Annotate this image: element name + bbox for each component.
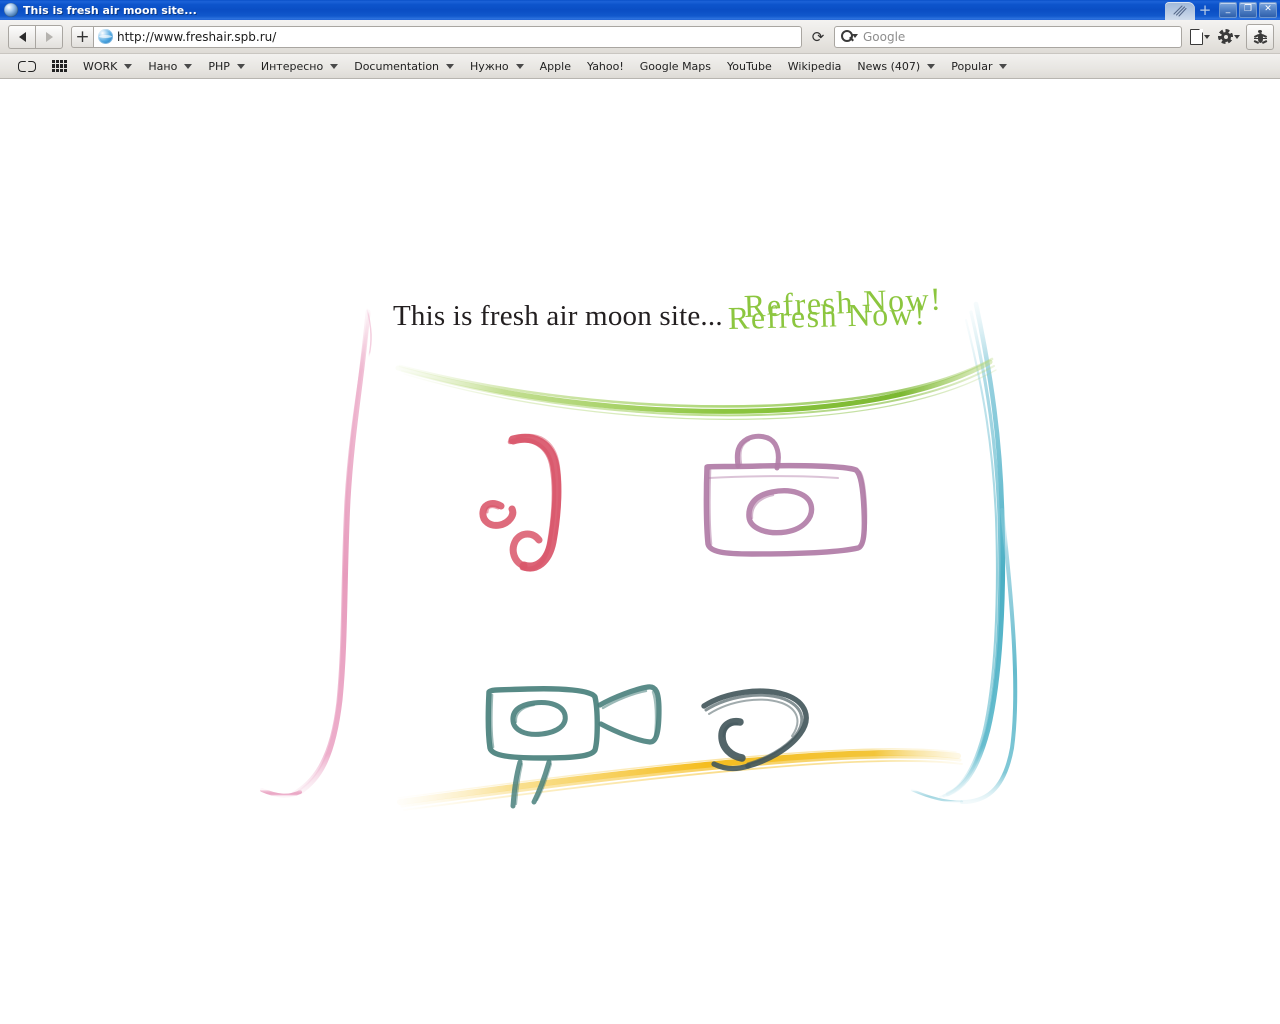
page-menu-button[interactable] xyxy=(1188,27,1212,47)
bookmark-item-google-maps[interactable]: Google Maps xyxy=(632,58,719,75)
chevron-down-icon xyxy=(1234,34,1240,39)
bookmark-item-label: Yahoo! xyxy=(586,59,624,73)
bookmark-item-label: Интересно xyxy=(260,59,324,73)
bookmark-item-label: PHP xyxy=(208,59,230,73)
app-globe-icon xyxy=(4,3,18,17)
bookmarks-bar: WORK Нано PHP Интересно Documentation Нужно Ap… xyxy=(0,54,1280,79)
browser-toolbar: + http://www.freshair.spb.ru/ ⟳ Google xyxy=(0,20,1280,54)
lines-icon xyxy=(1173,5,1187,17)
bug-icon xyxy=(1253,30,1267,44)
bookmark-item-youtube[interactable]: YouTube xyxy=(719,58,780,75)
window-controls: _ ❐ ✕ xyxy=(1219,2,1277,18)
bookmark-item-label: Apple xyxy=(539,59,571,73)
bookmark-item-apple[interactable]: Apple xyxy=(532,58,579,75)
window-title-bar: This is fresh air moon site... + _ ❐ ✕ xyxy=(0,0,1280,20)
new-tab-button[interactable]: + xyxy=(1195,2,1215,20)
book-icon xyxy=(18,60,36,73)
gear-icon xyxy=(1218,29,1233,44)
chevron-down-icon xyxy=(1204,34,1210,39)
bookmark-item-popular[interactable]: Popular xyxy=(943,58,1015,75)
chevron-down-icon xyxy=(124,63,133,69)
tab-strip: + xyxy=(1165,0,1215,20)
bookmark-item-news-407[interactable]: News (407) xyxy=(849,58,943,75)
site-favicon-globe-icon xyxy=(98,29,113,44)
bookmark-item-label: Documentation xyxy=(354,59,440,73)
bookmark-item-documentation[interactable]: Documentation xyxy=(346,58,462,75)
minimize-button[interactable]: _ xyxy=(1219,2,1237,18)
bookmark-item-[interactable]: Нано xyxy=(140,58,200,75)
address-bar[interactable]: http://www.freshair.spb.ru/ xyxy=(93,25,802,48)
forward-arrow-icon xyxy=(45,31,53,42)
bookmark-items: WORK Нано PHP Интересно Documentation Нужно Ap… xyxy=(75,58,1015,75)
refresh-now-group[interactable]: Refresh Now! Refresh Now! xyxy=(728,280,988,348)
green-brush-swoosh xyxy=(395,357,997,420)
navigation-buttons xyxy=(8,24,63,49)
moon-hook-brush-icon xyxy=(479,433,562,572)
bookmark-item-label: Wikipedia xyxy=(787,59,842,73)
bookmark-item-label: YouTube xyxy=(727,59,772,73)
yellow-brush-swoosh xyxy=(397,748,963,811)
bookmark-item-label: Нано xyxy=(148,59,178,73)
bookmark-item-label: Нужно xyxy=(470,59,509,73)
bookmark-item-wikipedia[interactable]: Wikipedia xyxy=(780,58,850,75)
bookmark-item-php[interactable]: PHP xyxy=(200,58,253,75)
chevron-down-icon xyxy=(999,63,1008,69)
bookmark-item-yahoo[interactable]: Yahoo! xyxy=(579,58,632,75)
bookmark-item-work[interactable]: WORK xyxy=(75,58,140,75)
pink-brush-curve xyxy=(260,308,372,798)
page-title: This is fresh air moon site... xyxy=(393,300,723,332)
maximize-button[interactable]: ❐ xyxy=(1239,2,1257,18)
tools-menu-button[interactable] xyxy=(1216,27,1242,46)
chevron-down-icon xyxy=(927,63,936,69)
bookmark-item-label: News (407) xyxy=(857,59,921,73)
bookmark-item-[interactable]: Нужно xyxy=(462,58,532,75)
refresh-now-label-bottom[interactable]: Refresh Now! xyxy=(728,295,927,337)
bookmark-item-label: Popular xyxy=(951,59,993,73)
reload-button[interactable]: ⟳ xyxy=(806,26,830,48)
page-icon xyxy=(1190,28,1203,45)
brush-artwork xyxy=(260,301,1018,811)
inspector-button[interactable] xyxy=(1246,23,1274,50)
bookmark-item-label: WORK xyxy=(83,59,118,73)
page-viewport: This is fresh air moon site... Refresh N… xyxy=(0,80,1280,1024)
apps-button[interactable] xyxy=(44,58,75,75)
teal-brush-curve xyxy=(910,301,1018,804)
search-box[interactable]: Google xyxy=(834,25,1182,48)
chevron-down-icon xyxy=(236,63,245,69)
apps-grid-icon xyxy=(52,59,67,73)
page-artwork-stage: This is fresh air moon site... Refresh N… xyxy=(0,80,1280,1024)
back-arrow-icon xyxy=(18,31,26,42)
chevron-down-icon xyxy=(184,63,193,69)
bag-camera-brush-icon xyxy=(703,433,868,557)
address-bar-url: http://www.freshair.spb.ru/ xyxy=(117,29,277,44)
chevron-down-icon xyxy=(515,63,524,69)
browser-tab-active[interactable] xyxy=(1165,2,1195,20)
close-button[interactable]: ✕ xyxy=(1259,2,1277,18)
search-placeholder: Google xyxy=(863,29,906,44)
chevron-down-icon xyxy=(446,63,455,69)
search-icon[interactable] xyxy=(840,29,858,45)
bookmark-item-label: Google Maps xyxy=(639,59,712,73)
chevron-down-icon xyxy=(330,63,339,69)
bookmark-item-[interactable]: Интересно xyxy=(253,58,346,75)
forward-button[interactable] xyxy=(35,24,63,49)
add-bookmark-button[interactable]: + xyxy=(71,25,93,48)
back-button[interactable] xyxy=(8,24,35,49)
bookmark-manager-button[interactable] xyxy=(10,58,44,75)
window-title: This is fresh air moon site... xyxy=(23,3,197,17)
toolbar-right-buttons xyxy=(1188,23,1274,50)
